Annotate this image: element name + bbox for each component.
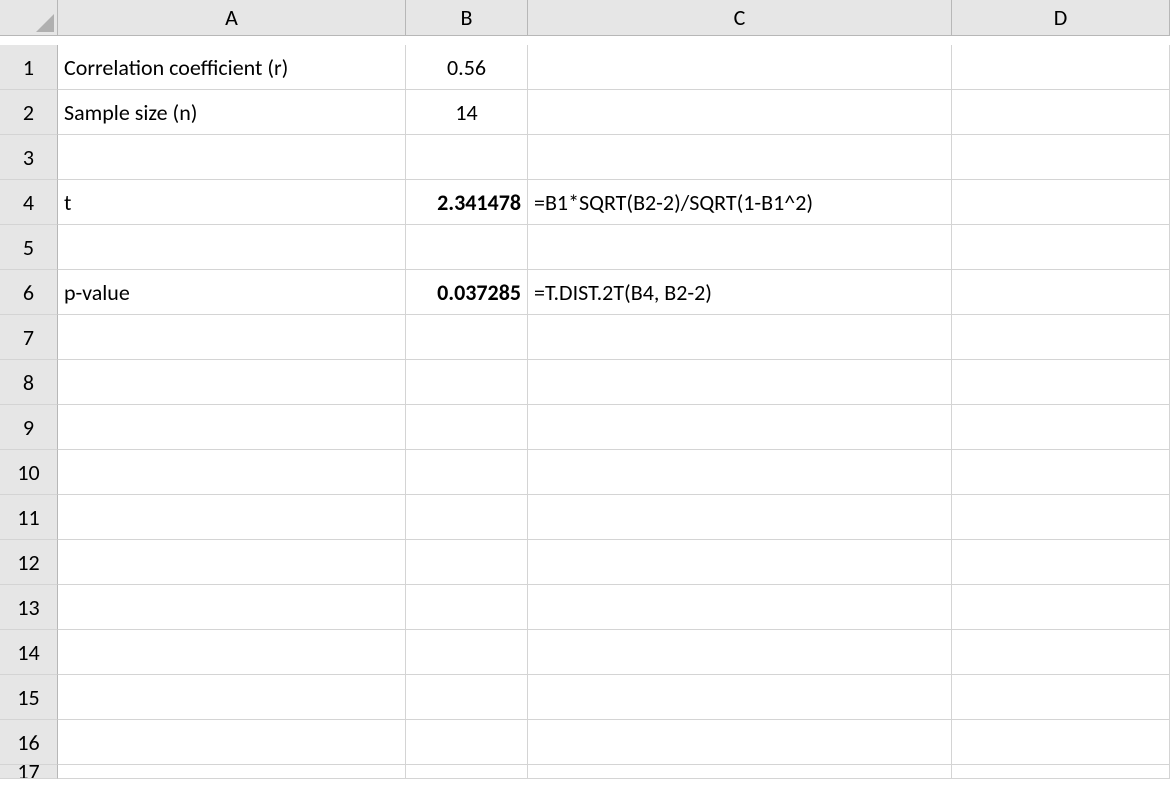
cell-C1[interactable] [528, 45, 952, 90]
cell-C6[interactable]: =T.DIST.2T(B4, B2-2) [528, 270, 952, 315]
cell-C10[interactable] [528, 450, 952, 495]
cell-A14[interactable] [58, 630, 406, 675]
cell-B14[interactable] [406, 630, 528, 675]
cell-C3[interactable] [528, 135, 952, 180]
cell-C5[interactable] [528, 225, 952, 270]
cell-D9[interactable] [952, 405, 1170, 450]
cell-A1[interactable]: Correlation coefficient (r) [58, 45, 406, 90]
cell-D4[interactable] [952, 180, 1170, 225]
cell-A8[interactable] [58, 360, 406, 405]
cell-B4[interactable]: 2.341478 [406, 180, 528, 225]
cell-B12[interactable] [406, 540, 528, 585]
cell-C15[interactable] [528, 675, 952, 720]
cell-D1[interactable] [952, 45, 1170, 90]
cell-D13[interactable] [952, 585, 1170, 630]
cell-B9[interactable] [406, 405, 528, 450]
col-header-D[interactable]: D [952, 0, 1170, 36]
cell-C16[interactable] [528, 720, 952, 765]
cell-B16[interactable] [406, 720, 528, 765]
cell-B3[interactable] [406, 135, 528, 180]
cell-A9[interactable] [58, 405, 406, 450]
cell-D5[interactable] [952, 225, 1170, 270]
cell-C12[interactable] [528, 540, 952, 585]
cell-D15[interactable] [952, 675, 1170, 720]
cell-B7[interactable] [406, 315, 528, 360]
row-header-14[interactable]: 14 [0, 630, 58, 675]
row-header-17[interactable]: 17 [0, 765, 58, 779]
cell-B10[interactable] [406, 450, 528, 495]
cell-D6[interactable] [952, 270, 1170, 315]
cell-D3[interactable] [952, 135, 1170, 180]
cell-C14[interactable] [528, 630, 952, 675]
cell-A16[interactable] [58, 720, 406, 765]
select-all-triangle-icon [36, 14, 54, 32]
cell-A3[interactable] [58, 135, 406, 180]
row-header-6[interactable]: 6 [0, 270, 58, 315]
cell-A17[interactable] [58, 765, 406, 779]
row-header-3[interactable]: 3 [0, 135, 58, 180]
cell-C4[interactable]: =B1*SQRT(B2-2)/SQRT(1-B1^2) [528, 180, 952, 225]
cell-D17[interactable] [952, 765, 1170, 779]
cell-B5[interactable] [406, 225, 528, 270]
row-header-15[interactable]: 15 [0, 675, 58, 720]
cell-D2[interactable] [952, 90, 1170, 135]
cell-D7[interactable] [952, 315, 1170, 360]
select-all-corner[interactable] [0, 0, 58, 36]
cell-A7[interactable] [58, 315, 406, 360]
cell-A10[interactable] [58, 450, 406, 495]
cell-B15[interactable] [406, 675, 528, 720]
col-header-C[interactable]: C [528, 0, 952, 36]
row-header-9[interactable]: 9 [0, 405, 58, 450]
cell-A11[interactable] [58, 495, 406, 540]
cell-A5[interactable] [58, 225, 406, 270]
cell-C13[interactable] [528, 585, 952, 630]
row-header-1[interactable]: 1 [0, 45, 58, 90]
cell-D10[interactable] [952, 450, 1170, 495]
row-header-13[interactable]: 13 [0, 585, 58, 630]
cell-D16[interactable] [952, 720, 1170, 765]
spreadsheet-grid: A B C D 1 Correlation coefficient (r) 0.… [0, 0, 1171, 810]
row-header-4[interactable]: 4 [0, 180, 58, 225]
cell-C9[interactable] [528, 405, 952, 450]
cell-C11[interactable] [528, 495, 952, 540]
col-header-A[interactable]: A [58, 0, 406, 36]
row-header-10[interactable]: 10 [0, 450, 58, 495]
cell-B11[interactable] [406, 495, 528, 540]
cell-A13[interactable] [58, 585, 406, 630]
row-header-7[interactable]: 7 [0, 315, 58, 360]
cell-D14[interactable] [952, 630, 1170, 675]
cell-A2[interactable]: Sample size (n) [58, 90, 406, 135]
cell-B13[interactable] [406, 585, 528, 630]
row-header-8[interactable]: 8 [0, 360, 58, 405]
cell-B17[interactable] [406, 765, 528, 779]
col-header-B[interactable]: B [406, 0, 528, 36]
cell-D12[interactable] [952, 540, 1170, 585]
cell-D11[interactable] [952, 495, 1170, 540]
row-header-11[interactable]: 11 [0, 495, 58, 540]
cell-D8[interactable] [952, 360, 1170, 405]
cell-C2[interactable] [528, 90, 952, 135]
cell-B1[interactable]: 0.56 [406, 45, 528, 90]
cell-C8[interactable] [528, 360, 952, 405]
row-header-5[interactable]: 5 [0, 225, 58, 270]
cell-A6[interactable]: p-value [58, 270, 406, 315]
row-header-2[interactable]: 2 [0, 90, 58, 135]
cell-A15[interactable] [58, 675, 406, 720]
cell-A12[interactable] [58, 540, 406, 585]
cell-B6[interactable]: 0.037285 [406, 270, 528, 315]
cell-B8[interactable] [406, 360, 528, 405]
row-header-12[interactable]: 12 [0, 540, 58, 585]
row-header-16[interactable]: 16 [0, 720, 58, 765]
cell-C7[interactable] [528, 315, 952, 360]
cell-C17[interactable] [528, 765, 952, 779]
cell-B2[interactable]: 14 [406, 90, 528, 135]
cell-A4[interactable]: t [58, 180, 406, 225]
